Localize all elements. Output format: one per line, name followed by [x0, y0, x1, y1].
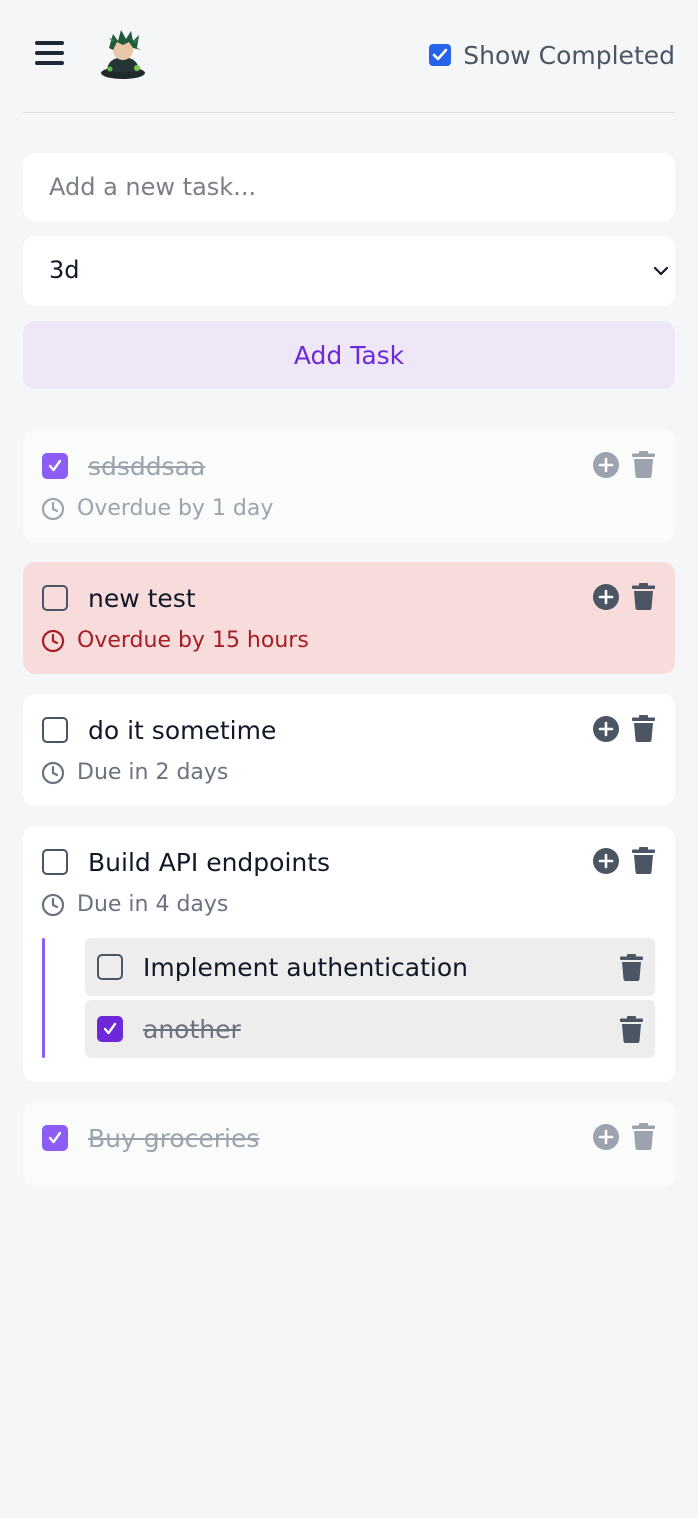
task-checkbox[interactable]: [42, 1125, 68, 1151]
task-title: Build API endpoints: [88, 848, 331, 877]
task-title: Buy groceries: [88, 1124, 260, 1153]
plus-circle-icon: [593, 716, 619, 742]
trash-icon: [631, 846, 655, 874]
task-title: new test: [88, 584, 196, 613]
plus-circle-icon: [593, 452, 619, 478]
trash-icon: [631, 714, 655, 742]
add-subtask-button[interactable]: [593, 452, 619, 478]
trash-icon: [619, 953, 643, 981]
task-checkbox[interactable]: [42, 717, 68, 743]
subtask-item: another: [85, 1000, 655, 1058]
task-card: Build API endpoints Due in 4 days Implem…: [23, 826, 675, 1082]
task-checkbox[interactable]: [42, 453, 68, 479]
check-icon: [103, 1022, 117, 1035]
task-card: sdsddsaa Overdue by 1 day: [23, 430, 675, 542]
add-subtask-button[interactable]: [593, 584, 619, 610]
show-completed-checkbox[interactable]: [429, 44, 452, 66]
clock-icon: [41, 629, 65, 652]
task-due: Due in 2 days: [41, 760, 228, 785]
trash-icon: [619, 1015, 643, 1043]
clock-icon: [41, 497, 65, 520]
delete-task-button[interactable]: [631, 714, 655, 742]
delete-subtask-button[interactable]: [619, 1015, 643, 1043]
due-select[interactable]: 3d: [23, 236, 675, 306]
menu-icon[interactable]: [35, 38, 65, 68]
subtask-title: another: [143, 1015, 241, 1044]
check-icon: [48, 459, 62, 472]
check-icon: [48, 1131, 62, 1144]
task-due: Due in 4 days: [41, 892, 228, 917]
delete-subtask-button[interactable]: [619, 953, 643, 981]
trash-icon: [631, 1122, 655, 1150]
due-select-value: 3d: [49, 256, 80, 284]
new-task-input[interactable]: [23, 153, 675, 221]
task-due-text: Due in 2 days: [77, 760, 229, 785]
task-due-text: Due in 4 days: [77, 892, 229, 917]
subtask-item: Implement authentication: [85, 938, 655, 996]
task-due-text: Overdue by 1 day: [77, 496, 274, 521]
subtask-title: Implement authentication: [143, 953, 468, 982]
add-subtask-button[interactable]: [593, 1124, 619, 1150]
task-card: Buy groceries: [23, 1102, 675, 1186]
task-due-text: Overdue by 15 hours: [77, 628, 309, 653]
delete-task-button[interactable]: [631, 450, 655, 478]
subtask-checkbox[interactable]: [97, 1016, 123, 1042]
task-due: Overdue by 1 day: [41, 496, 273, 521]
clock-icon: [41, 761, 65, 784]
plus-circle-icon: [593, 1124, 619, 1150]
subtask-indent-bar: [42, 938, 45, 1058]
header: Show Completed: [23, 0, 675, 113]
trash-icon: [631, 582, 655, 610]
add-subtask-button[interactable]: [593, 716, 619, 742]
clock-icon: [41, 893, 65, 916]
trash-icon: [631, 450, 655, 478]
task-title: do it sometime: [88, 716, 277, 745]
task-card: do it sometime Due in 2 days: [23, 694, 675, 806]
add-subtask-button[interactable]: [593, 848, 619, 874]
delete-task-button[interactable]: [631, 846, 655, 874]
plus-circle-icon: [593, 848, 619, 874]
show-completed-label: Show Completed: [463, 40, 675, 70]
task-checkbox[interactable]: [42, 849, 68, 875]
delete-task-button[interactable]: [631, 1122, 655, 1150]
show-completed-toggle[interactable]: Show Completed: [429, 38, 675, 72]
chevron-down-icon: [653, 266, 669, 276]
task-title: sdsddsaa: [88, 452, 206, 481]
plus-circle-icon: [593, 584, 619, 610]
add-task-button[interactable]: Add Task: [23, 321, 675, 389]
task-card: new test Overdue by 15 hours: [23, 562, 675, 674]
check-icon: [432, 48, 448, 61]
avatar-logo: [101, 30, 145, 79]
task-due: Overdue by 15 hours: [41, 628, 309, 653]
task-checkbox[interactable]: [42, 585, 68, 611]
delete-task-button[interactable]: [631, 582, 655, 610]
subtask-checkbox[interactable]: [97, 954, 123, 980]
